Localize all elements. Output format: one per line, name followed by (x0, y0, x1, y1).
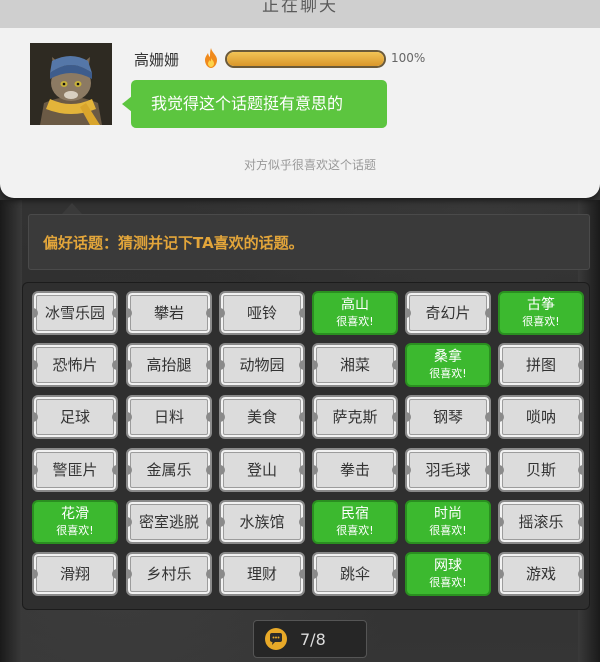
topic-tag[interactable]: 花滑很喜欢! (32, 500, 118, 544)
topic-grid: 冰雪乐园 攀岩 哑铃 高山 很喜欢! 奇幻片 古筝 很喜欢! 恐怖片 高抬腿 动物园 湘菜 桑拿 很喜欢!… (22, 282, 590, 610)
topic-tag-label: 恐怖片 (52, 356, 98, 374)
topic-tag-label: 攀岩 (153, 304, 184, 322)
chat-bubble-icon (265, 628, 287, 650)
topic-tag[interactable]: 美食 (219, 395, 305, 439)
topic-tag-label: 金属乐 (146, 461, 192, 479)
topic-tag-label: 民宿 (341, 506, 369, 522)
topic-tag[interactable]: 登山 (219, 448, 305, 492)
topic-tag-label: 滑翔 (59, 565, 90, 583)
topic-tag-label: 时尚 (434, 506, 462, 522)
topic-tag[interactable]: 高山很喜欢! (312, 291, 398, 335)
topic-tag[interactable]: 奇幻片 (405, 291, 491, 335)
topic-tag-label: 摇滚乐 (518, 513, 564, 531)
topic-tag-label: 唢呐 (525, 408, 556, 426)
liked-badge: 很喜欢! (429, 524, 467, 537)
chat-panel: 正在聊天 高姗姗 100% 我觉得这个话题挺有意思的 对方似乎很喜欢这个话题 (0, 0, 600, 198)
topic-tag[interactable]: 日料 (126, 395, 212, 439)
reaction-hint: 对方似乎很喜欢这个话题 (243, 158, 376, 172)
topic-tag-label: 水族馆 (239, 513, 285, 531)
topic-tag[interactable]: 滑翔 (32, 552, 118, 596)
topic-tag[interactable]: 恐怖片 (32, 343, 118, 387)
topic-tag[interactable]: 理财 (219, 552, 305, 596)
topic-tag-label: 哑铃 (246, 304, 277, 322)
liked-badge: 很喜欢! (336, 315, 374, 328)
topic-tag-label: 拳击 (339, 461, 370, 479)
topic-tag-label: 高抬腿 (146, 356, 192, 374)
chat-header-title: 正在聊天 (262, 0, 338, 16)
fire-icon (205, 48, 217, 68)
topic-tag-label: 羽毛球 (425, 461, 471, 479)
topic-tag-label: 拼图 (525, 356, 556, 374)
topic-tag[interactable]: 网球很喜欢! (405, 552, 491, 596)
liked-badge: 很喜欢! (56, 524, 94, 537)
affinity-progress-bar (225, 50, 386, 68)
topic-tag[interactable]: 冰雪乐园 (32, 291, 118, 335)
cat-portrait-icon (30, 43, 112, 125)
topic-tag-label: 游戏 (525, 565, 556, 583)
chat-header: 正在聊天 (0, 0, 600, 28)
topic-instruction-box: 偏好话题：猜测并记下TA喜欢的话题。 (28, 214, 590, 270)
topic-tag[interactable]: 足球 (32, 395, 118, 439)
topic-tag-label: 登山 (246, 461, 277, 479)
topic-tag[interactable]: 时尚很喜欢! (405, 500, 491, 544)
topic-tag-label: 钢琴 (432, 408, 463, 426)
avatar (30, 43, 112, 125)
topic-tag-label: 萨克斯 (332, 408, 378, 426)
topic-tag-label: 贝斯 (525, 461, 556, 479)
topic-instruction-text: 偏好话题：猜测并记下TA喜欢的话题。 (43, 234, 304, 252)
topic-tag[interactable]: 拳击 (312, 448, 398, 492)
topic-tag[interactable]: 警匪片 (32, 448, 118, 492)
topic-tag-label: 足球 (59, 408, 90, 426)
topic-tag[interactable]: 摇滚乐 (498, 500, 584, 544)
topic-tag[interactable]: 湘菜 (312, 343, 398, 387)
topic-counter: 7/8 (253, 620, 367, 658)
topic-tag[interactable]: 拼图 (498, 343, 584, 387)
topic-tag-label: 乡村乐 (146, 565, 192, 583)
topic-tag-label: 美食 (246, 408, 277, 426)
topic-tag[interactable]: 水族馆 (219, 500, 305, 544)
liked-badge: 很喜欢! (429, 367, 467, 380)
topic-counter-text: 7/8 (300, 630, 326, 649)
topic-tag-label: 理财 (246, 565, 277, 583)
chat-message-bubble: 我觉得这个话题挺有意思的 (131, 80, 387, 128)
liked-badge: 很喜欢! (336, 524, 374, 537)
topic-tag[interactable]: 乡村乐 (126, 552, 212, 596)
topic-tag[interactable]: 钢琴 (405, 395, 491, 439)
topic-tag[interactable]: 古筝很喜欢! (498, 291, 584, 335)
topic-tag-label: 冰雪乐园 (44, 304, 105, 322)
topic-tag-label: 奇幻片 (425, 304, 471, 322)
background-left-edge (0, 200, 22, 662)
topic-box-arrow (62, 203, 82, 214)
topic-tag[interactable]: 攀岩 (126, 291, 212, 335)
liked-badge: 很喜欢! (429, 576, 467, 589)
topic-tag-label: 花滑 (61, 506, 89, 522)
topic-tag[interactable]: 民宿很喜欢! (312, 500, 398, 544)
topic-tag-label: 高山 (341, 297, 369, 313)
topic-tag-label: 密室逃脱 (138, 513, 199, 531)
topic-tag[interactable]: 跳伞 (312, 552, 398, 596)
affinity-percent-label: 100% (391, 51, 426, 65)
topic-tag[interactable]: 密室逃脱 (126, 500, 212, 544)
topic-tag[interactable]: 羽毛球 (405, 448, 491, 492)
topic-tag[interactable]: 贝斯 (498, 448, 584, 492)
topic-tag[interactable]: 唢呐 (498, 395, 584, 439)
topic-tag-label: 日料 (153, 408, 184, 426)
topic-tag-label: 警匪片 (52, 461, 98, 479)
topic-tag[interactable]: 哑铃 (219, 291, 305, 335)
affinity-progress-fill (227, 52, 384, 66)
topic-tag[interactable]: 萨克斯 (312, 395, 398, 439)
topic-tag-label: 跳伞 (339, 565, 370, 583)
topic-tag[interactable]: 动物园 (219, 343, 305, 387)
topic-tag[interactable]: 桑拿很喜欢! (405, 343, 491, 387)
topic-tag-label: 桑拿 (434, 349, 462, 365)
topic-tag-label: 古筝 (527, 297, 555, 313)
topic-tag-label: 动物园 (239, 356, 285, 374)
topic-tag-label: 湘菜 (339, 356, 370, 374)
topic-tag[interactable]: 高抬腿 (126, 343, 212, 387)
topic-tag[interactable]: 金属乐 (126, 448, 212, 492)
topic-tag-label: 网球 (434, 558, 462, 574)
topic-tag[interactable]: 游戏 (498, 552, 584, 596)
liked-badge: 很喜欢! (522, 315, 560, 328)
character-name: 高姗姗 (134, 51, 180, 69)
